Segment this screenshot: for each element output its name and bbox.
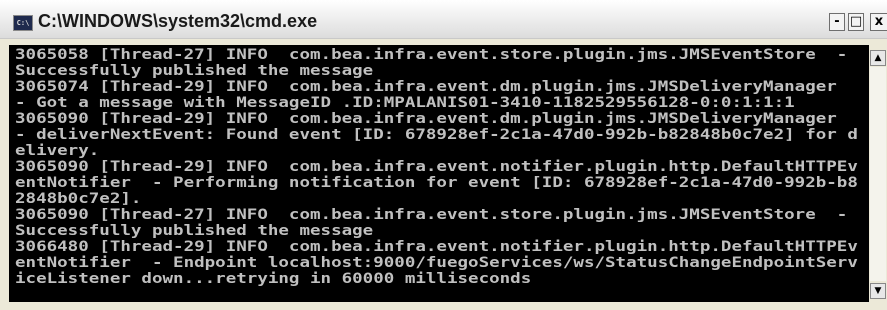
console-line: elivery.	[15, 143, 100, 159]
console-line: 3066480 [Thread-29] INFO com.bea.infra.e…	[15, 239, 858, 255]
cmd-icon[interactable]: C:\	[13, 15, 33, 31]
console-line: entNotifier - Endpoint localhost:9000/fu…	[15, 255, 858, 271]
console-output[interactable]: 3065058 [Thread-27] INFO com.bea.infra.e…	[9, 45, 869, 302]
console-line: 3065058 [Thread-27] INFO com.bea.infra.e…	[15, 47, 848, 63]
window-title: C:\WINDOWS\system32\cmd.exe	[38, 11, 318, 31]
close-button[interactable]: x	[870, 13, 887, 31]
console-line: Successfully published the message	[15, 223, 374, 239]
scroll-down-arrow-icon[interactable]: ▼	[870, 283, 886, 299]
console-line: - deliverNextEvent: Found event [ID: 678…	[15, 127, 858, 143]
scrollbar-track[interactable]	[870, 67, 886, 281]
console-line: entNotifier - Performing notification fo…	[15, 175, 858, 191]
console-line: - Got a message with MessageID .ID:MPALA…	[15, 95, 795, 111]
cmd-window: C:\ C:\WINDOWS\system32\cmd.exe - □ x 30…	[0, 0, 887, 310]
console-line: 2848b0c7e2].	[15, 191, 142, 207]
scroll-up-arrow-icon[interactable]: ▲	[870, 50, 886, 66]
console-line: 3065074 [Thread-29] INFO com.bea.infra.e…	[15, 79, 837, 95]
console-line: 3065090 [Thread-27] INFO com.bea.infra.e…	[15, 207, 848, 223]
maximize-button[interactable]: □	[848, 13, 864, 31]
console-line: Successfully published the message	[15, 63, 374, 79]
console-line: 3065090 [Thread-29] INFO com.bea.infra.e…	[15, 111, 837, 127]
minimize-button[interactable]: -	[829, 13, 845, 31]
vertical-scrollbar[interactable]: ▲ ▼	[869, 45, 887, 302]
console-line: iceListener down...retrying in 60000 mil…	[15, 271, 532, 287]
title-bar[interactable]: C:\ C:\WINDOWS\system32\cmd.exe - □ x	[0, 0, 887, 39]
console-line: 3065090 [Thread-29] INFO com.bea.infra.e…	[15, 159, 858, 175]
